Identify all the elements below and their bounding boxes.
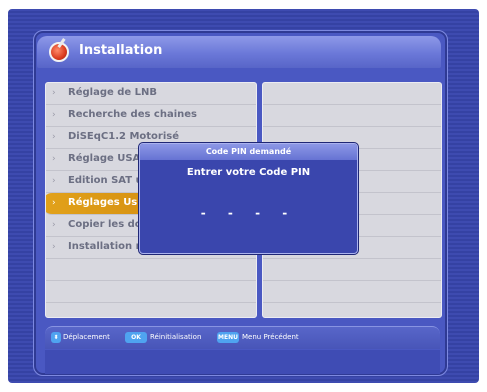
empty-row [46, 259, 256, 281]
info-row [263, 281, 441, 303]
help-bar: ⬍ Déplacement OK Réinitialisation MENU M… [45, 326, 440, 349]
chevron-right-icon: › [52, 176, 56, 186]
ok-key-icon: OK [125, 332, 147, 343]
dialog-prompt: Entrer votre Code PIN [186, 167, 311, 178]
page-title: Installation [79, 43, 163, 58]
menu-item-channel-search[interactable]: › Recherche des chaines [46, 105, 256, 127]
help-label: Déplacement [63, 333, 110, 341]
menu-key-icon: MENU [217, 332, 239, 343]
chevron-right-icon: › [52, 242, 56, 252]
arrow-keys-icon: ⬍ [51, 332, 61, 343]
menu-item-label: Edition SAT u [68, 175, 143, 186]
bottom-strip [45, 350, 440, 374]
help-label: Menu Précédent [242, 333, 299, 341]
info-row [263, 105, 441, 127]
menu-item-lnb-settings[interactable]: › Réglage de LNB [46, 83, 256, 105]
title-bar: Installation [37, 36, 441, 68]
help-label: Réinitialisation [150, 333, 202, 341]
menu-item-label: Réglage USA [68, 153, 141, 164]
chevron-right-icon: › [52, 132, 56, 142]
info-row [263, 259, 441, 281]
menu-item-label: Copier les do [68, 219, 142, 230]
satellite-dish-icon [49, 42, 69, 62]
chevron-right-icon: › [52, 220, 56, 230]
menu-item-label: Réglages Usi [68, 197, 141, 208]
chevron-right-icon: › [52, 154, 56, 164]
chevron-right-icon: › [52, 88, 56, 98]
pin-code-dialog: Code PIN demandé Entrer votre Code PIN -… [139, 143, 358, 254]
chevron-right-icon: › [52, 198, 56, 208]
menu-item-label: Recherche des chaines [68, 109, 198, 120]
menu-item-label: DiSEqC1.2 Motorisé [68, 131, 180, 142]
info-row [263, 83, 441, 105]
pin-input-field[interactable]: - - - - [140, 206, 357, 220]
empty-row [46, 281, 256, 303]
chevron-right-icon: › [52, 110, 56, 120]
menu-item-label: Réglage de LNB [68, 87, 158, 98]
dialog-title: Code PIN demandé [140, 144, 357, 160]
